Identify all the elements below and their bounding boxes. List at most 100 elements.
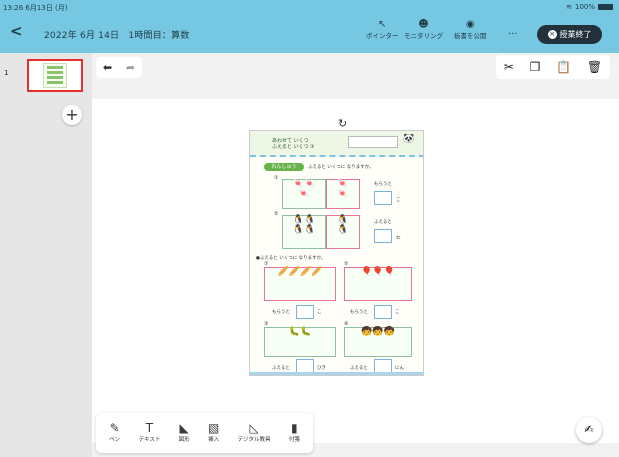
battery-icon <box>598 4 613 10</box>
paste-icon: 📋 <box>556 60 572 74</box>
cut-button[interactable]: ✂ <box>504 60 514 74</box>
instruction-1: ふえると いくつに なりますか。 <box>308 165 374 170</box>
section-badge: れんしゅう <box>264 163 304 171</box>
cut-icon: ✂ <box>503 60 514 74</box>
balloon-picture: 🎈🎈🎈 <box>344 267 412 301</box>
copy-button[interactable]: ❐ <box>530 60 541 74</box>
lesson-title: 2022年 6月 14日 1時間目：算数 <box>44 31 190 41</box>
children-picture: 🧒🧒🧒 <box>344 327 412 357</box>
sticky-note-tool[interactable]: ▮ 付箋 <box>289 422 300 444</box>
label-receive-3: もらうと <box>272 310 290 315</box>
label-increase-6: ふえると <box>350 366 368 371</box>
label-receive-4: もらうと <box>350 310 368 315</box>
more-button[interactable]: ··· <box>508 29 518 40</box>
edit-actions-group: ✂ ❐ 📋 🗑 <box>496 55 610 79</box>
panda-icon: 🐼 <box>403 134 415 144</box>
text-icon: T <box>145 421 154 436</box>
rotate-handle[interactable]: ↻ <box>338 117 347 130</box>
more-icon: ··· <box>508 29 518 40</box>
penguin-picture-2: 🐧 🐧 <box>326 215 360 249</box>
bottom-toolbar: ✎ ペン T テキスト ◣ 図形 ▧ 挿入 ◺ デジタル教具 ▮ 付箋 <box>96 413 313 453</box>
unit-3: こ <box>317 310 322 315</box>
caterpillar-picture: 🐛🐛 <box>264 327 336 357</box>
answer-box-4[interactable] <box>374 305 392 319</box>
candy-picture-2: 🍬 🍬 <box>326 179 360 209</box>
status-right: ≋ 100% <box>566 3 613 11</box>
edit-note-icon: ✍ <box>584 423 594 436</box>
sticky-note-icon: ▮ <box>291 421 298 436</box>
digital-label: デジタル教具 <box>237 437 271 444</box>
redo-icon: ➦ <box>125 61 136 74</box>
page-number: 1 <box>4 69 9 77</box>
status-bar: 13:26 6月13日 (月) ≋ 100% <box>0 0 619 14</box>
problem-number-2: ② <box>274 211 279 217</box>
image-icon: ▧ <box>207 421 220 436</box>
edit-note-button[interactable]: ✍ <box>576 417 602 443</box>
label-increase-2: ふえると <box>374 220 392 225</box>
worksheet-footer <box>250 372 423 375</box>
pointer-icon: ↖ <box>378 19 387 30</box>
problem-number-1: ① <box>274 175 279 181</box>
unit-2: わ <box>396 236 401 241</box>
worksheet-title: あわせて いくつ ふえると いくつ ③ <box>272 138 315 150</box>
answer-box-1[interactable] <box>374 191 392 205</box>
rotate-icon: ↻ <box>338 117 348 130</box>
undo-redo-group: ⬅ ➦ <box>96 57 142 78</box>
worksheet-header: あわせて いくつ ふえると いくつ ③ 🐼 <box>250 131 423 157</box>
back-button[interactable]: < <box>10 24 23 39</box>
sticky-note-label: 付箋 <box>288 437 300 444</box>
pointer-button[interactable]: ↖ ポインター <box>366 20 399 40</box>
insert-label: 挿入 <box>208 437 220 444</box>
chevron-left-icon: < <box>10 22 23 40</box>
text-label: テキスト <box>138 437 161 444</box>
unit-6: にん <box>395 366 404 371</box>
digital-tool[interactable]: ◺ デジタル教具 <box>238 422 271 444</box>
shapes-label: 図形 <box>178 437 190 444</box>
thumbnail-preview <box>43 63 67 88</box>
battery-text: 100% <box>574 3 595 11</box>
status-time: 13:26 6月13日 (月) <box>3 4 68 12</box>
pen-label: ペン <box>109 437 121 444</box>
label-increase-5: ふえると <box>272 366 290 371</box>
answer-box-6[interactable] <box>374 359 392 373</box>
delete-button[interactable]: 🗑 <box>587 60 602 74</box>
shapes-tool[interactable]: ◣ 図形 <box>179 422 190 444</box>
insert-tool[interactable]: ▧ 挿入 <box>208 422 219 444</box>
pointer-label: ポインター <box>366 32 399 40</box>
publish-board-label: 板書を公開 <box>454 32 487 40</box>
candy-picture-1: 🍬🍬 🍬 <box>282 179 326 209</box>
monitoring-button[interactable]: ☻ モニタリング <box>404 20 443 40</box>
trash-icon: 🗑 <box>586 60 603 74</box>
undo-icon: ⬅ <box>102 61 113 74</box>
eye-icon: ◉ <box>465 19 475 30</box>
page-sidebar: 1 + <box>0 53 92 457</box>
answer-box-3[interactable] <box>296 305 314 319</box>
name-box <box>348 136 398 148</box>
pen-icon: ✎ <box>109 421 120 436</box>
publish-board-button[interactable]: ◉ 板書を公開 <box>454 20 487 40</box>
header: 13:26 6月13日 (月) ≋ 100% < 2022年 6月 14日 1時… <box>0 0 619 53</box>
page-thumbnail[interactable] <box>27 59 83 92</box>
worksheet-page[interactable]: あわせて いくつ ふえると いくつ ③ 🐼 れんしゅう ふえると いくつに なり… <box>249 130 424 376</box>
end-class-button[interactable]: × 授業終了 <box>537 25 602 44</box>
ruler-icon: ◺ <box>249 421 259 436</box>
paste-button[interactable]: 📋 <box>556 60 571 74</box>
copy-icon: ❐ <box>529 60 541 74</box>
add-page-button[interactable]: + <box>62 105 82 125</box>
redo-button[interactable]: ➦ <box>126 61 135 74</box>
label-receive-1: もらうと <box>374 182 392 187</box>
edit-toolbar: ⬅ ➦ ✂ ❐ 📋 🗑 <box>92 53 619 99</box>
answer-box-2[interactable] <box>374 229 392 243</box>
pen-tool[interactable]: ✎ ペン <box>109 422 120 444</box>
wifi-icon: ≋ <box>566 3 572 11</box>
canvas-area: ⬅ ➦ ✂ ❐ 📋 🗑 ↻ あわせて いくつ ふえると いくつ ③ 🐼 れんしゅ… <box>92 53 619 457</box>
monitoring-label: モニタリング <box>404 32 443 40</box>
shapes-icon: ◣ <box>179 421 189 436</box>
text-tool[interactable]: T テキスト <box>138 422 160 444</box>
monitoring-icon: ☻ <box>418 19 429 30</box>
plus-icon: + <box>65 105 79 124</box>
penguin-picture-1: 🐧🐧 🐧🐧 <box>282 215 326 249</box>
undo-button[interactable]: ⬅ <box>103 61 112 74</box>
close-icon: × <box>547 30 557 39</box>
answer-box-5[interactable] <box>296 359 314 373</box>
